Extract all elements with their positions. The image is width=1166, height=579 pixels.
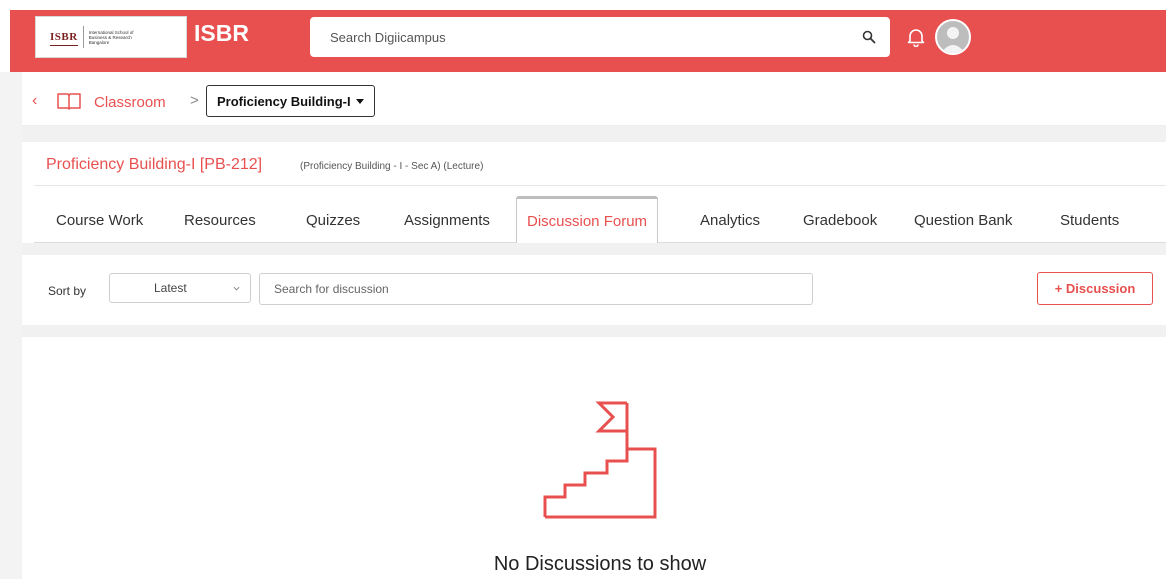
breadcrumb-classroom-link[interactable]: Classroom [94, 94, 166, 111]
left-gutter [0, 72, 22, 579]
section-divider [22, 243, 1166, 255]
tab-assignments[interactable]: Assignments [404, 212, 490, 229]
course-tabs: Course Work Resources Quizzes Assignment… [34, 186, 1166, 243]
breadcrumb: ‹ Classroom > Proficiency Building-I [22, 78, 1166, 126]
discussion-search [259, 273, 813, 305]
back-chevron-icon[interactable]: ‹ [32, 93, 44, 109]
course-switcher-label: Proficiency Building-I [217, 93, 351, 109]
user-silhouette-icon [941, 27, 965, 53]
tab-gradebook[interactable]: Gradebook [803, 212, 877, 229]
tab-quizzes[interactable]: Quizzes [306, 212, 360, 229]
empty-state: No Discussions to show [34, 337, 1166, 579]
discussion-search-input[interactable] [260, 274, 812, 304]
caret-down-icon [355, 98, 364, 104]
sort-dropdown[interactable]: Latest [109, 273, 251, 303]
chevron-down-icon [233, 286, 240, 291]
sort-label: Sort by [48, 284, 87, 298]
course-meta: (Proficiency Building - I - Sec A) (Lect… [300, 161, 484, 172]
tab-course-work[interactable]: Course Work [56, 212, 143, 229]
logo-divider [82, 26, 84, 48]
logo-text: International School of Business & Resea… [88, 29, 134, 45]
discussion-toolbar: Sort by Latest + Discussion [34, 255, 1166, 325]
global-search [310, 17, 890, 57]
tab-question-bank[interactable]: Question Bank [914, 212, 1012, 229]
top-navbar: ISBR International School of Business & … [10, 10, 1166, 72]
section-divider [22, 325, 1166, 337]
breadcrumb-separator: > [190, 92, 199, 109]
course-switcher-dropdown[interactable]: Proficiency Building-I [206, 85, 375, 117]
course-title: Proficiency Building-I [PB-212] [46, 156, 263, 173]
search-icon[interactable] [862, 30, 876, 44]
brand-name: ISBR [194, 20, 249, 46]
stairs-flag-icon [543, 401, 657, 519]
section-divider [22, 126, 1166, 142]
tab-resources[interactable]: Resources [184, 212, 256, 229]
book-icon [57, 93, 81, 110]
tab-discussion-forum[interactable]: Discussion Forum [516, 196, 659, 243]
tab-analytics[interactable]: Analytics [700, 212, 760, 229]
add-discussion-button[interactable]: + Discussion [1037, 272, 1153, 305]
course-header: Proficiency Building-I [PB-212] (Profici… [34, 142, 1166, 186]
logo-mark: ISBR [50, 31, 78, 46]
sort-value: Latest [154, 281, 187, 295]
global-search-input[interactable] [310, 17, 830, 57]
notification-bell-icon[interactable] [907, 27, 925, 47]
empty-state-message: No Discussions to show [493, 553, 707, 575]
tab-students[interactable]: Students [1060, 212, 1119, 229]
user-avatar[interactable] [935, 19, 971, 55]
school-logo[interactable]: ISBR International School of Business & … [35, 16, 187, 58]
